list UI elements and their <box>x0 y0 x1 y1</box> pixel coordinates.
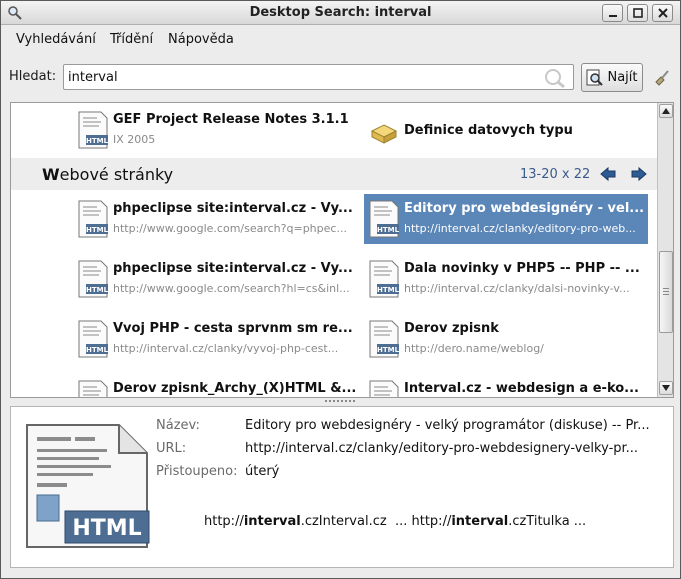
result-title: phpeclipse site:interval.cz - Vy... <box>113 261 353 276</box>
find-button[interactable]: Najít <box>581 63 643 92</box>
menu-bar: Vyhledávání Třídění Nápověda <box>1 26 680 54</box>
result-item[interactable]: HTML Vvoj PHP - cesta sprvnm sm re... http… <box>73 314 357 364</box>
group-count: 13-20 x 22 <box>520 167 591 182</box>
result-item[interactable]: HTML Interval.cz - webdesign a e-ko... <box>364 374 648 397</box>
html-badge-label: HTML <box>72 516 141 541</box>
scroll-down-button[interactable] <box>659 381 673 395</box>
svg-text:HTML: HTML <box>377 226 400 234</box>
close-icon <box>657 8 668 18</box>
result-title: Editory pro webdesignéry - vel... <box>404 201 645 216</box>
menu-help[interactable]: Nápověda <box>168 32 234 47</box>
result-title: GEF Project Release Notes 3.1.1 <box>113 112 349 127</box>
search-input[interactable] <box>63 64 574 90</box>
url-label: URL: <box>156 441 187 456</box>
html-document-icon: HTML <box>369 200 400 238</box>
result-title: Dala novinky v PHP5 -- PHP -- ... <box>404 261 640 276</box>
result-title: Definice datovych typu <box>404 123 573 138</box>
html-document-icon: HTML <box>369 320 400 358</box>
result-url: http://dero.name/weblog/ <box>404 342 544 355</box>
result-item[interactable]: HTML Derov zpisnk http://dero.name/weblog/ <box>364 314 648 364</box>
result-item[interactable]: Definice datovych typu <box>364 105 648 155</box>
results-scrollbar[interactable] <box>657 103 673 397</box>
html-document-icon: HTML <box>78 380 108 397</box>
result-title: Interval.cz - webdesign a e-ko... <box>404 381 639 396</box>
svg-text:HTML: HTML <box>86 137 109 145</box>
html-document-icon: HTML <box>369 380 399 397</box>
result-item[interactable]: HTML GEF Project Release Notes 3.1.1 IX … <box>73 105 357 155</box>
result-snippet: http://interval.czInterval.cz ... http:/… <box>204 514 587 529</box>
minimize-button[interactable] <box>602 4 623 22</box>
result-url: http://www.google.com/search?hl=cs&inl..… <box>113 282 350 295</box>
svg-text:HTML: HTML <box>377 346 400 354</box>
group-title: Webové stránky <box>42 165 174 184</box>
details-pane: HTML Název: Editory pro webdesignéry - v… <box>10 406 674 568</box>
window-title: Desktop Search: interval <box>249 5 432 20</box>
find-button-label: Najít <box>607 70 638 85</box>
accessed-value: úterý <box>245 464 280 479</box>
title-bar[interactable]: Desktop Search: interval <box>1 1 680 25</box>
result-url: http://interval.cz/clanky/dalsi-novinky-… <box>404 282 630 295</box>
html-document-icon: HTML <box>78 260 109 298</box>
desktop-search-window: Desktop Search: interval Vyhledávání Tří… <box>0 0 681 579</box>
result-item[interactable]: HTML Derov zpisnk_Archy_(X)HTML &... <box>73 374 357 397</box>
results-list[interactable]: HTML GEF Project Release Notes 3.1.1 IX … <box>10 102 674 398</box>
result-item[interactable]: HTML phpeclipse site:interval.cz - Vy... h… <box>73 194 357 244</box>
clear-broom-icon[interactable] <box>652 68 672 88</box>
url-value[interactable]: http://interval.cz/clanky/editory-pro-we… <box>245 441 665 456</box>
result-subtitle: IX 2005 <box>113 133 156 146</box>
result-item[interactable]: HTML phpeclipse site:interval.cz - Vy... h… <box>73 254 357 304</box>
maximize-icon <box>632 8 643 18</box>
search-field-icon <box>545 69 565 89</box>
scroll-thumb[interactable] <box>659 251 673 333</box>
svg-text:HTML: HTML <box>86 226 109 234</box>
name-value: Editory pro webdesignéry - velký program… <box>245 418 650 433</box>
arrow-down-icon <box>662 385 670 391</box>
arrow-up-icon <box>662 108 670 114</box>
close-button[interactable] <box>652 4 673 22</box>
package-icon <box>370 124 398 144</box>
name-label: Název: <box>156 418 200 433</box>
html-document-icon: HTML <box>78 111 109 149</box>
result-title: Vvoj PHP - cesta sprvnm sm re... <box>113 321 353 336</box>
html-document-large-icon: HTML <box>26 424 150 548</box>
minimize-icon <box>608 15 617 17</box>
result-item[interactable]: HTML Dala novinky v PHP5 -- PHP -- ... htt… <box>364 254 648 304</box>
accessed-label: Přistoupeno: <box>156 464 238 479</box>
result-url: http://interval.cz/clanky/vyvoj-php-cest… <box>113 342 339 355</box>
html-document-icon: HTML <box>78 200 109 238</box>
search-label: Hledat: <box>9 69 57 84</box>
result-title: Derov zpisnk <box>404 321 499 336</box>
scroll-up-button[interactable] <box>659 104 673 118</box>
result-title: Derov zpisnk_Archy_(X)HTML &... <box>113 381 355 396</box>
html-document-icon: HTML <box>78 320 109 358</box>
previous-page-icon[interactable] <box>599 166 617 182</box>
result-url: http://interval.cz/clanky/editory-pro-we… <box>404 222 636 235</box>
maximize-button[interactable] <box>627 4 648 22</box>
next-page-icon[interactable] <box>630 166 648 182</box>
menu-search[interactable]: Vyhledávání <box>16 32 96 47</box>
result-title: phpeclipse site:interval.cz - Vy... <box>113 201 353 216</box>
svg-text:HTML: HTML <box>377 286 400 294</box>
html-document-icon: HTML <box>369 260 400 298</box>
pane-splitter-handle[interactable] <box>321 398 361 404</box>
result-item-selected[interactable]: HTML Editory pro webdesignéry - vel... htt… <box>364 194 648 244</box>
result-url: http://www.google.com/search?q=phpec... <box>113 222 347 235</box>
svg-text:HTML: HTML <box>86 346 109 354</box>
find-icon <box>586 69 604 86</box>
group-header: Webové stránky 13-20 x 22 <box>11 158 658 190</box>
svg-text:HTML: HTML <box>86 286 109 294</box>
menu-sort[interactable]: Třídění <box>110 32 153 47</box>
